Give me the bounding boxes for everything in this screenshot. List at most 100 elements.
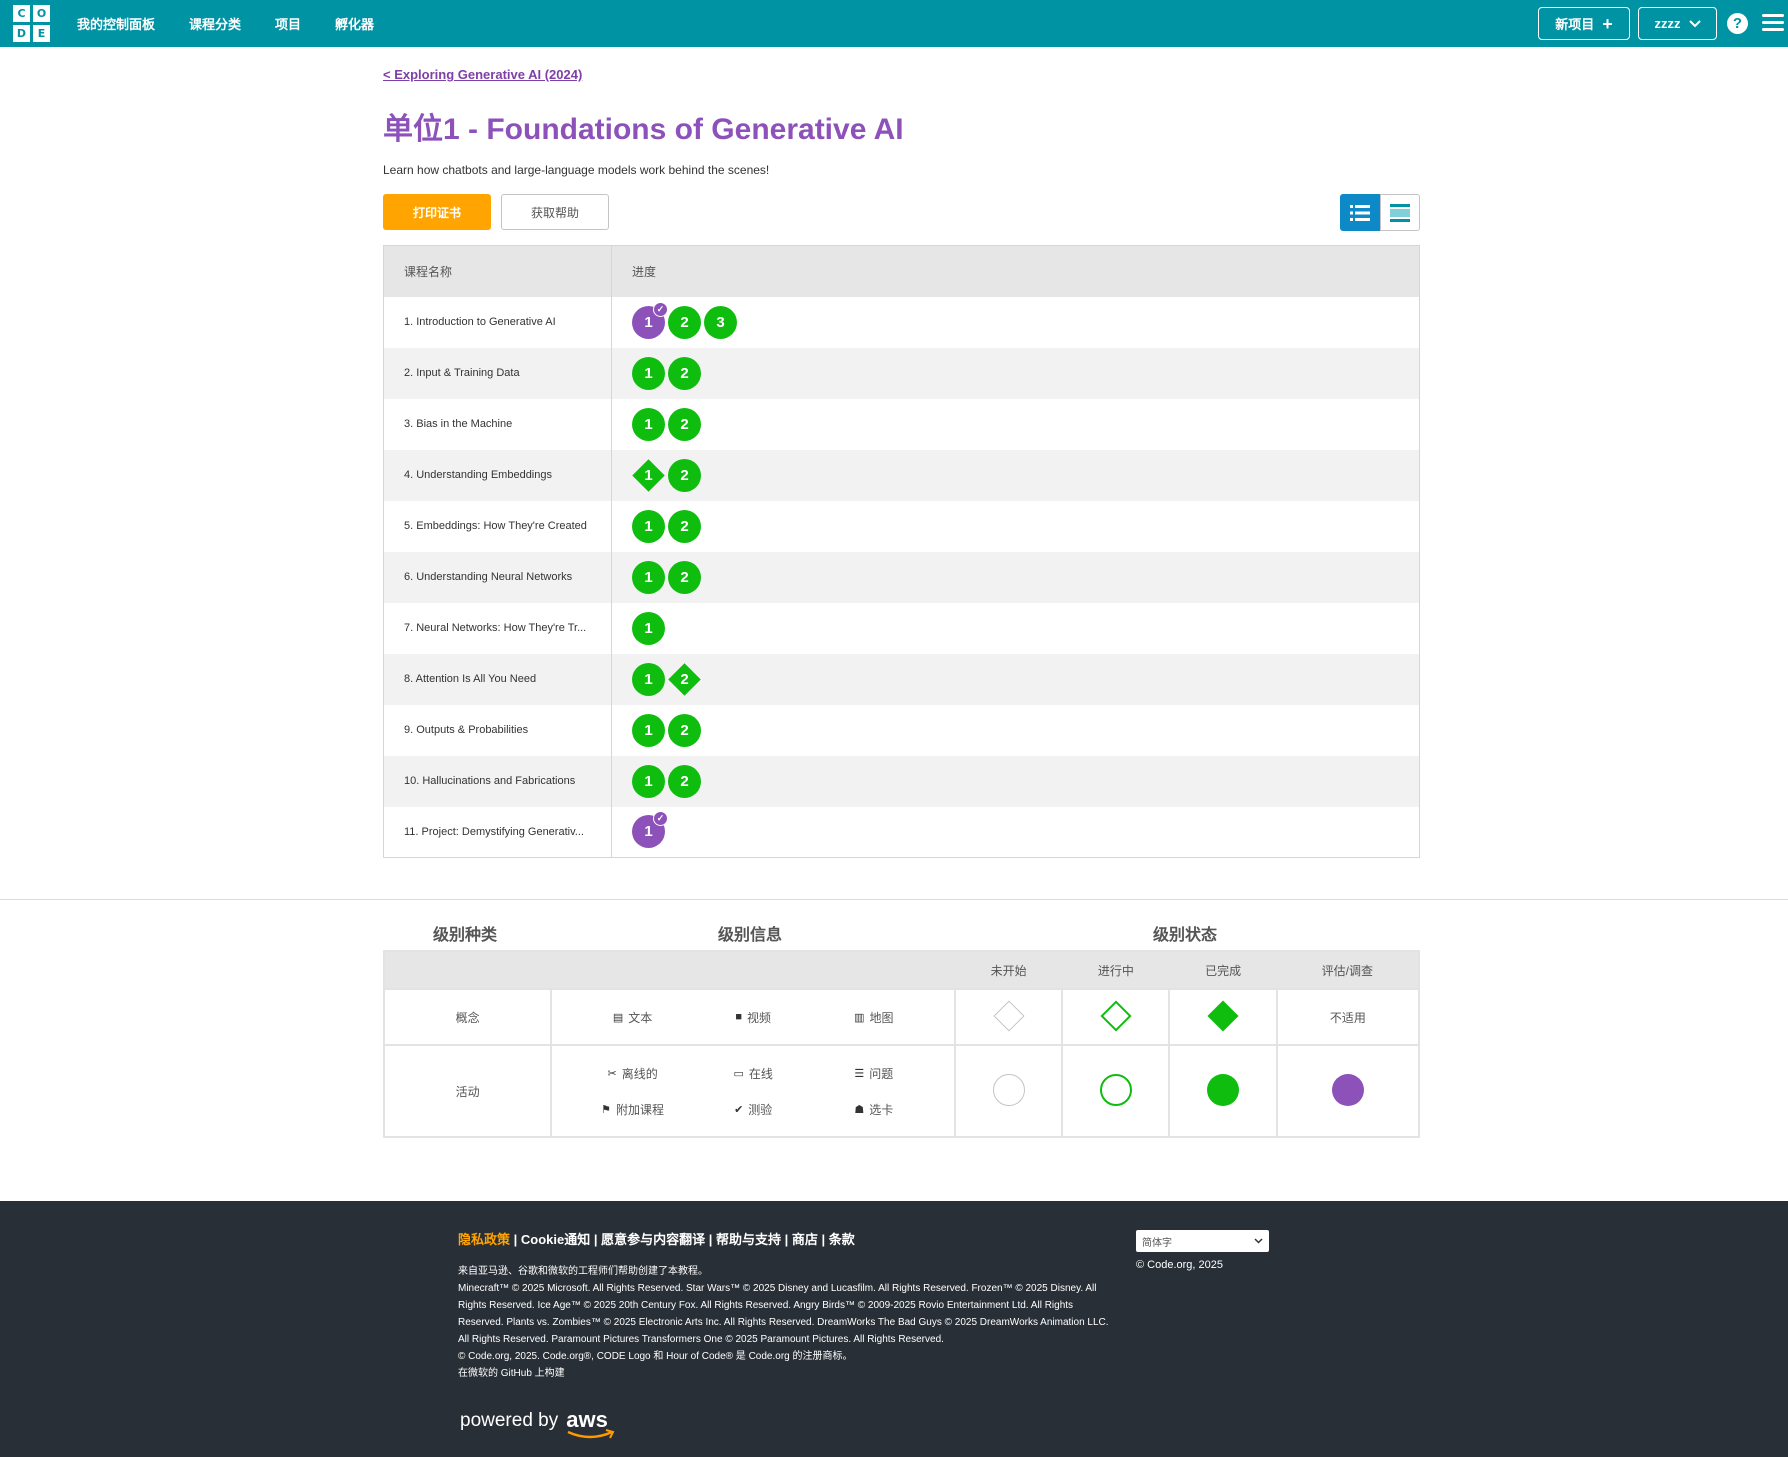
terms-link[interactable]: 条款 — [829, 1232, 855, 1247]
privacy-policy-link[interactable]: 隐私政策 — [458, 1232, 510, 1247]
level-type-item: ■ 视频 — [693, 999, 814, 1035]
chevron-down-icon — [1688, 19, 1701, 27]
lesson-progress: 12 — [611, 704, 1420, 756]
lesson-name[interactable]: 11. Project: Demystifying Generativ... — [383, 806, 612, 858]
level-number: 2 — [680, 721, 689, 739]
lesson-progress: 12 — [611, 755, 1420, 807]
level-bubble[interactable]: 1 — [632, 662, 665, 696]
lesson-progress: 1 — [611, 602, 1420, 654]
summary-view-button[interactable] — [1380, 194, 1420, 231]
logo-letter: D — [13, 25, 30, 42]
lesson-name[interactable]: 6. Understanding Neural Networks — [383, 551, 612, 603]
help-support-link[interactable]: 帮助与支持 — [716, 1232, 781, 1247]
level-bubble[interactable]: 1 — [632, 764, 665, 798]
help-icon[interactable]: ? — [1727, 13, 1748, 34]
key-row-activity: 活动 ✂ 离线的 ▭ 在线 ☰ 问题 ⚑ 附加课程 ✔ 测验 ☗ 选卡 — [382, 1044, 1421, 1138]
code-org-logo[interactable]: C O D E — [13, 5, 50, 42]
level-type-label: 视频 — [747, 1010, 772, 1025]
level-bubble[interactable]: 2 — [668, 407, 701, 441]
progress-bubbles: 1 ✓ — [632, 811, 1399, 849]
lesson-name[interactable]: 4. Understanding Embeddings — [383, 449, 612, 501]
column-header-progress: 进度 — [611, 245, 1420, 297]
level-number: 2 — [680, 415, 689, 433]
footer-legal: 来自亚马逊、谷歌和微软的工程师们帮助创建了本教程。 Minecraft™ © 2… — [458, 1263, 1118, 1382]
store-link[interactable]: 商店 — [792, 1232, 818, 1247]
chevron-down-icon — [1254, 1238, 1263, 1244]
circle-assessment-icon — [1331, 1073, 1364, 1106]
level-bubble[interactable]: 1 — [632, 611, 665, 645]
level-type-label: 在线 — [748, 1066, 773, 1081]
level-bubble[interactable]: 3 — [704, 305, 737, 339]
level-bubble[interactable]: 2 — [668, 713, 701, 747]
new-project-button[interactable]: 新项目 + — [1538, 7, 1630, 40]
lesson-name[interactable]: 7. Neural Networks: How They're Tr... — [383, 602, 612, 654]
level-diamond[interactable]: 1 — [632, 459, 665, 492]
translate-link[interactable]: 愿意参与内容翻译 — [601, 1232, 705, 1247]
lesson-progress: 12 — [611, 347, 1420, 399]
list-icon: ☰ — [854, 1067, 865, 1080]
level-type-item: ☗ 选卡 — [813, 1091, 934, 1127]
table-header-row: 课程名称 进度 — [383, 245, 1420, 297]
table-row: 5. Embeddings: How They're Created 1 2 — [383, 500, 1420, 552]
hamburger-menu-icon[interactable] — [1762, 14, 1784, 32]
get-help-button[interactable]: 获取帮助 — [501, 194, 609, 230]
user-menu-button[interactable]: zzzz — [1638, 7, 1717, 40]
level-bubble[interactable]: 1 — [632, 356, 665, 390]
progress-bubbles: 12 — [632, 662, 1399, 696]
nav-course-catalog[interactable]: 课程分类 — [189, 14, 241, 33]
nav-incubator[interactable]: 孵化器 — [335, 14, 374, 33]
language-select[interactable]: 简体字 — [1136, 1230, 1269, 1252]
lesson-name[interactable]: 8. Attention Is All You Need — [383, 653, 612, 705]
nav-dashboard[interactable]: 我的控制面板 — [77, 14, 155, 33]
level-bubble[interactable]: 1 — [632, 560, 665, 594]
lesson-name[interactable]: 5. Embeddings: How They're Created — [383, 500, 612, 552]
logo-letter: O — [33, 5, 50, 22]
circle-in-progress-icon — [1099, 1073, 1132, 1106]
lesson-name[interactable]: 9. Outputs & Probabilities — [383, 704, 612, 756]
level-bubble[interactable]: 1 — [632, 713, 665, 747]
level-bubble[interactable]: 2 — [668, 560, 701, 594]
level-number: 2 — [680, 670, 689, 688]
level-bubble[interactable]: 2 — [668, 356, 701, 390]
unit-description: Learn how chatbots and large-language mo… — [383, 163, 770, 177]
nav-projects[interactable]: 项目 — [275, 14, 301, 33]
lesson-name[interactable]: 1. Introduction to Generative AI — [383, 296, 612, 348]
detail-view-button[interactable] — [1340, 194, 1380, 231]
logo-letter: C — [13, 5, 30, 22]
progress-bubbles: 12 — [632, 560, 1399, 594]
level-number: 2 — [680, 313, 689, 331]
level-number: 1 — [644, 619, 653, 637]
progress-bubbles: 12 — [632, 764, 1399, 798]
scissors-icon: ✂ — [607, 1067, 617, 1080]
back-to-course-link[interactable]: < Exploring Generative AI (2024) — [383, 67, 582, 82]
level-bubble[interactable]: 1 — [632, 509, 665, 543]
level-bubble[interactable]: 1 ✓ — [632, 301, 668, 339]
list-detail-icon — [1350, 204, 1370, 221]
cookie-notice-link[interactable]: Cookie通知 — [521, 1232, 590, 1247]
progress-bubbles: 12 — [632, 458, 1399, 492]
level-type-label: 附加课程 — [616, 1102, 665, 1117]
lesson-name[interactable]: 2. Input & Training Data — [383, 347, 612, 399]
video-icon: ■ — [735, 1011, 742, 1023]
footer-links: 隐私政策 | Cookie通知 | 愿意参与内容翻译 | 帮助与支持 | 商店 … — [458, 1232, 855, 1247]
level-bubble[interactable]: 2 — [668, 764, 701, 798]
level-type-label: 测验 — [748, 1102, 773, 1117]
level-bubble[interactable]: 1 — [632, 407, 665, 441]
level-bubble[interactable]: 2 — [668, 509, 701, 543]
level-bubble[interactable]: 2 — [668, 305, 701, 339]
level-diamond[interactable]: 2 — [668, 663, 701, 696]
table-row: 1. Introduction to Generative AI 1 ✓ 2 3 — [383, 296, 1420, 348]
credit-line: 来自亚马逊、谷歌和微软的工程师们帮助创建了本教程。 — [458, 1266, 708, 1277]
lesson-name[interactable]: 3. Bias in the Machine — [383, 398, 612, 450]
level-number: 2 — [680, 466, 689, 484]
level-number: 2 — [680, 568, 689, 586]
copyright-text: © Code.org, 2025 — [1136, 1259, 1223, 1271]
diamond-completed-icon — [1207, 999, 1239, 1032]
level-type-label: 文本 — [628, 1010, 653, 1025]
level-bubble[interactable]: 2 — [668, 458, 701, 492]
table-row: 6. Understanding Neural Networks 1 2 — [383, 551, 1420, 603]
flag-icon: ⚑ — [601, 1103, 612, 1116]
lesson-name[interactable]: 10. Hallucinations and Fabrications — [383, 755, 612, 807]
level-bubble[interactable]: 1 ✓ — [632, 811, 668, 849]
print-certificate-button[interactable]: 打印证书 — [383, 194, 491, 230]
